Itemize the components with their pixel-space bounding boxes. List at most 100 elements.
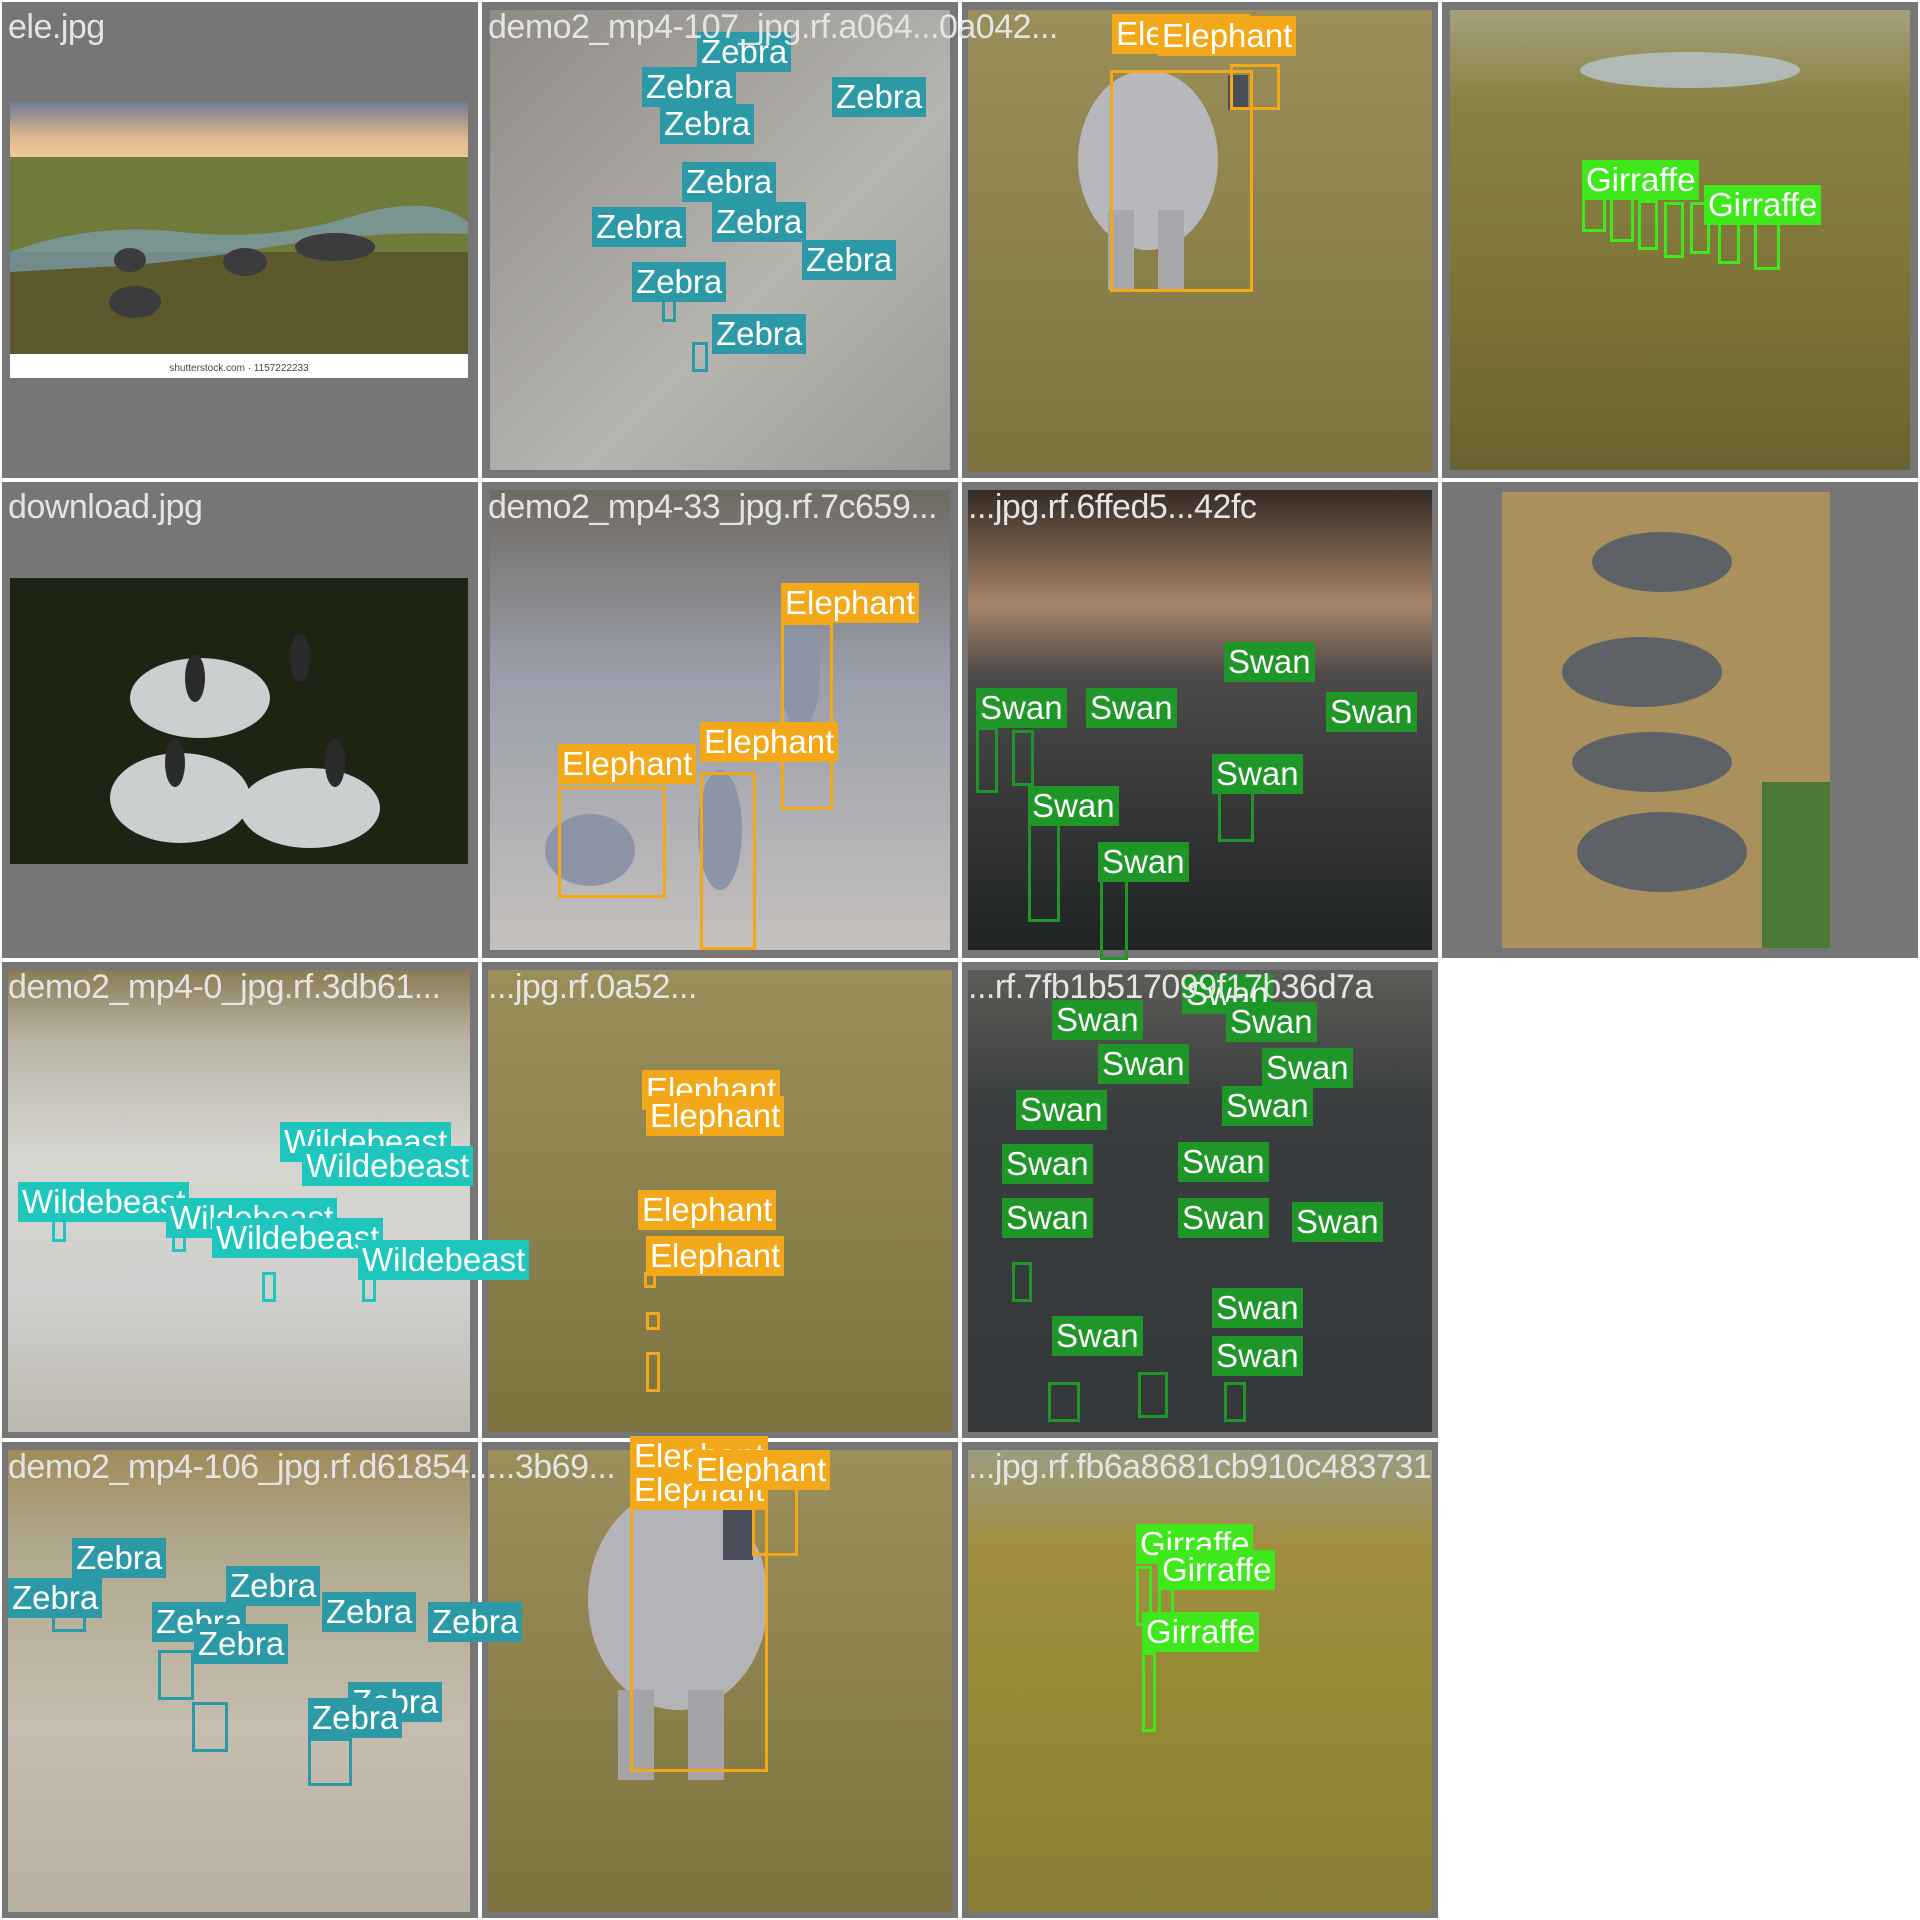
- elephant-box: [700, 772, 756, 950]
- zebra-box: [158, 1650, 194, 1700]
- tile-15: ...jpg.rf.fb6a8681cb910c483731 Girraffe …: [962, 1442, 1438, 1918]
- elephant-box: [781, 622, 833, 810]
- elephant-label: Elephant: [558, 744, 697, 784]
- swan-label: Swan: [1326, 692, 1417, 732]
- swan-label: Swan: [1052, 1316, 1143, 1356]
- swan-label: Swan: [1016, 1090, 1107, 1130]
- zebra-label: Zebra: [592, 207, 687, 247]
- zebras-splash-photo: [10, 578, 468, 864]
- wildebeast-box: [262, 1272, 276, 1302]
- elephant-label: Elephant: [692, 1450, 831, 1490]
- swan-label: Swan: [1002, 1198, 1093, 1238]
- swan-box: [1224, 1382, 1246, 1422]
- elephant-label: Elephant: [1158, 16, 1297, 56]
- zebra-label: Zebra: [8, 1578, 103, 1618]
- swan-label: Swan: [1262, 1048, 1353, 1088]
- swan-box: [1012, 730, 1034, 786]
- giraffe-label: Girraffe: [1142, 1612, 1260, 1652]
- tile-filename: download.jpg: [8, 488, 203, 526]
- tile-filename: demo2_mp4-0_jpg.rf.3db61...: [8, 968, 441, 1006]
- swan-label: Swan: [1098, 842, 1189, 882]
- zebra-label: Zebra: [194, 1624, 289, 1664]
- swan-label: Swan: [976, 688, 1067, 728]
- tile-4: Girraffe Girraffe: [1442, 2, 1918, 478]
- swan-label: Swan: [1212, 1336, 1303, 1376]
- zebra-label: Zebra: [72, 1538, 167, 1578]
- tile-5: download.jpg: [2, 482, 478, 958]
- wildebeast-label: Wildebeast: [358, 1240, 530, 1280]
- swan-box: [1012, 1262, 1032, 1302]
- tile-filename: ...rf.7fb1b517099f17b36d7a: [968, 968, 1373, 1006]
- tile-2: demo2_mp4-107_jpg.rf.a064...0a042... Zeb…: [482, 2, 1058, 478]
- elephant-label: Elephant: [781, 583, 920, 623]
- swan-label: Swan: [1292, 1202, 1383, 1242]
- swan-box: [1028, 822, 1060, 922]
- zebra-label: Zebra: [802, 240, 897, 280]
- swan-label: Swan: [1086, 688, 1177, 728]
- tile-filename: ...jpg.rf.0a52...: [488, 968, 697, 1006]
- giraffe-box: [1142, 1652, 1156, 1732]
- giraffe-label: Girraffe: [1704, 185, 1822, 225]
- giraffe-field-photo: [968, 1450, 1432, 1912]
- tile-filename: ele.jpg: [8, 8, 105, 46]
- swan-label: Swan: [1098, 1044, 1189, 1084]
- zebras-plain-photo: [8, 1450, 470, 1912]
- tile-6: demo2_mp4-33_jpg.rf.7c659... Elephant El…: [482, 482, 958, 958]
- zebra-label: Zebra: [642, 67, 737, 107]
- zebra-label: Zebra: [322, 1592, 417, 1632]
- tile-filename: ...jpg.rf.6ffed5...42fc: [968, 488, 1257, 526]
- elephant-herd-shapes: [1562, 532, 1830, 948]
- tile-filename: demo2_mp4-33_jpg.rf.7c659...: [488, 488, 938, 526]
- elephant-label: Elephant: [638, 1190, 777, 1230]
- elephant-box: [646, 1312, 660, 1330]
- tile-13: demo2_mp4-106_jpg.rf.d61854... Zebra Zeb…: [2, 1442, 523, 1918]
- zebra-label: Zebra: [632, 262, 727, 302]
- swan-label: Swan: [1224, 642, 1315, 682]
- swan-label: Swan: [1028, 786, 1119, 826]
- elephant-savanna-illustration: shutterstock.com · 1157222233: [10, 102, 468, 378]
- wildebeast-label: Wildebeast: [302, 1146, 474, 1186]
- elephant-label: Elephant: [700, 722, 839, 762]
- swan-label: Swan: [1002, 1144, 1093, 1184]
- zebra-label: Zebra: [428, 1602, 523, 1642]
- zebra-box: [192, 1702, 228, 1752]
- tile-14: ...3b69... Elephant Elephant Elephant: [482, 1436, 958, 1918]
- tile-filename: demo2_mp4-106_jpg.rf.d61854...: [8, 1448, 496, 1486]
- detection-mosaic: shutterstock.com · 1157222233 ele.jpg de…: [0, 0, 1920, 1920]
- tile-8: [1442, 482, 1918, 958]
- swan-label: Swan: [1222, 1086, 1313, 1126]
- giraffe-box: [1754, 220, 1780, 270]
- wildebeast-label: Wildebeast: [18, 1182, 190, 1222]
- swan-label: Swan: [1178, 1142, 1269, 1182]
- tile-3: Elephant Elephant: [962, 2, 1438, 478]
- elephant-box: [630, 1498, 768, 1772]
- tile-10: ...jpg.rf.0a52... Elephant Elephant Elep…: [482, 962, 958, 1438]
- elephant-box: [558, 786, 666, 898]
- tile-7: ...jpg.rf.6ffed5...42fc Swan Swan Swan S…: [962, 482, 1438, 960]
- giraffe-label: Girraffe: [1158, 1550, 1276, 1590]
- swan-label: Swan: [1178, 1198, 1269, 1238]
- zebra-label: Zebra: [226, 1566, 321, 1606]
- giraffe-box: [1664, 202, 1684, 258]
- elephant-label: Elephant: [646, 1236, 785, 1276]
- swan-label: Swan: [1212, 754, 1303, 794]
- tile-filename: ...3b69...: [488, 1448, 616, 1486]
- giraffe-label: Girraffe: [1582, 160, 1700, 200]
- zebra-label: Zebra: [832, 77, 927, 117]
- elephant-box: [646, 1352, 660, 1392]
- tile-16: [1442, 1442, 1918, 1918]
- elephants-topdown-photo: [1502, 492, 1830, 948]
- swan-label: Swan: [1212, 1288, 1303, 1328]
- tile-11: ...rf.7fb1b517099f17b36d7a Swan Swan Swa…: [962, 962, 1438, 1438]
- swan-box: [1138, 1372, 1168, 1418]
- elephant-savanna-photo: shutterstock.com · 1157222233: [10, 102, 468, 378]
- giraffe-box: [1638, 200, 1658, 250]
- tile-12: [1442, 962, 1918, 1438]
- swan-box: [976, 727, 998, 793]
- zebra-splash-shapes: [110, 634, 380, 848]
- swan-box: [1048, 1382, 1080, 1422]
- zebra-label: Zebra: [682, 162, 777, 202]
- zebra-label: Zebra: [712, 314, 807, 354]
- elephant-label: Elephant: [646, 1096, 785, 1136]
- zebra-box: [692, 342, 708, 372]
